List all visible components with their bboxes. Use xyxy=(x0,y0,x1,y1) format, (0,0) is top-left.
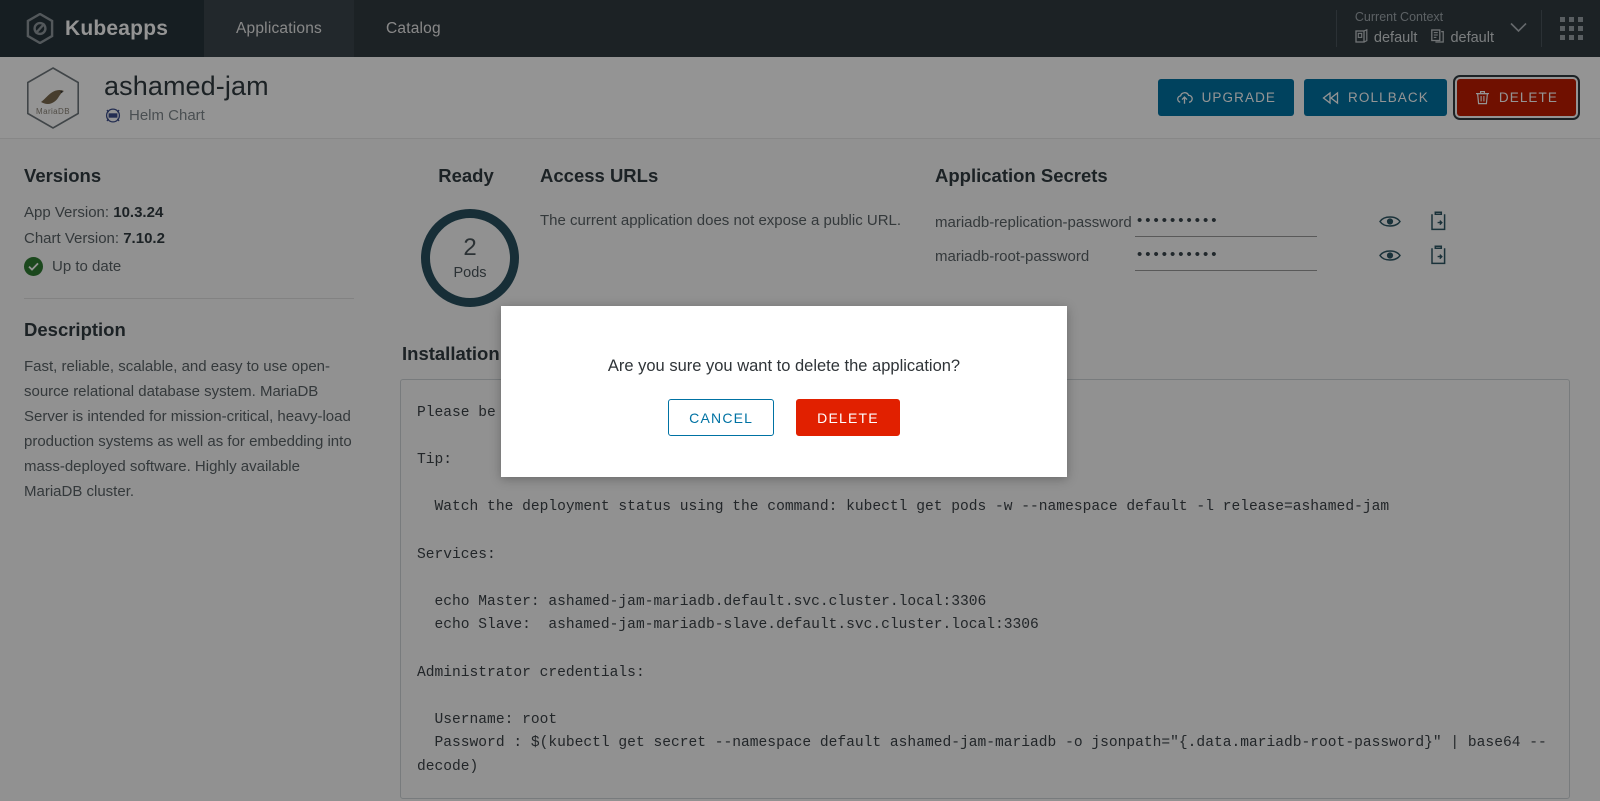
modal-delete-button[interactable]: DELETE xyxy=(796,399,900,436)
modal-buttons: CANCEL DELETE xyxy=(668,399,900,436)
modal-cancel-button[interactable]: CANCEL xyxy=(668,399,775,436)
modal-message: Are you sure you want to delete the appl… xyxy=(607,357,961,375)
delete-confirmation-modal: Are you sure you want to delete the appl… xyxy=(501,306,1067,477)
